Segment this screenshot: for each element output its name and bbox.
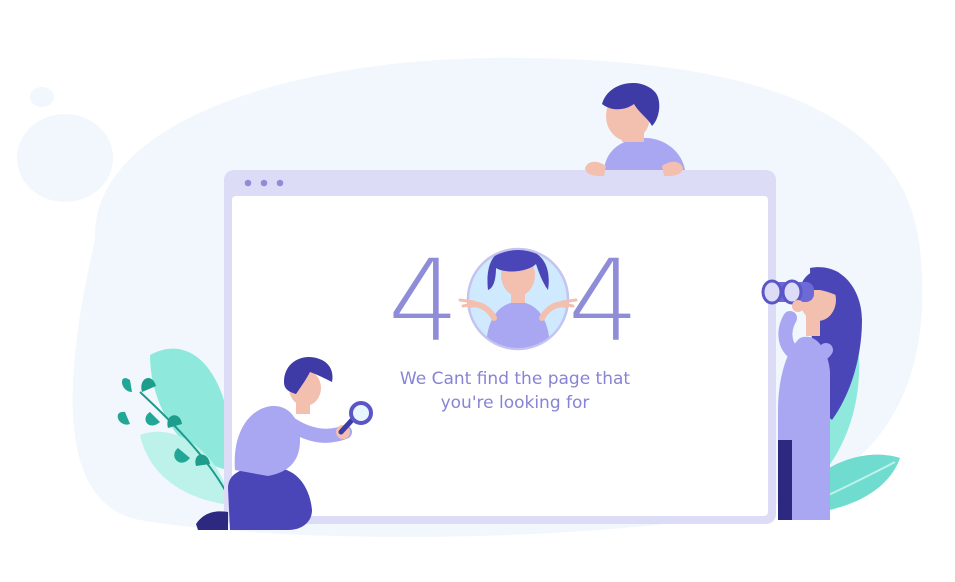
page-404: 4 4 We Cant find the page that you're lo… <box>0 0 955 582</box>
illustration <box>17 57 923 537</box>
browser-content <box>232 196 768 516</box>
window-dot-icon <box>260 179 268 187</box>
binoculars-icon <box>761 279 814 305</box>
background-blob-dot <box>30 87 54 107</box>
background-blob-small <box>17 114 113 202</box>
window-dot-icon <box>276 179 284 187</box>
window-dot-icon <box>244 179 252 187</box>
browser-window <box>224 170 776 524</box>
